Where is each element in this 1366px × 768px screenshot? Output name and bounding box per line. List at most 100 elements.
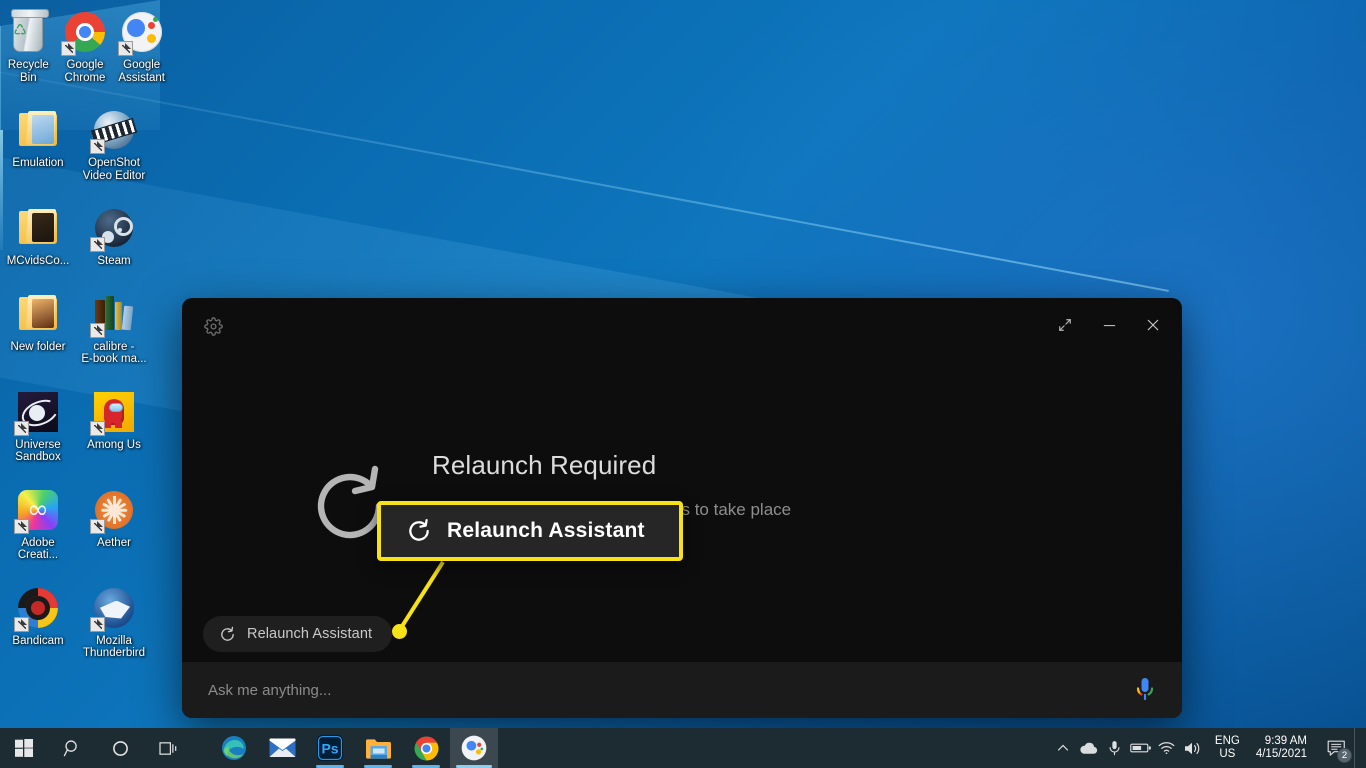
search-icon — [63, 739, 77, 756]
desktop-icon-row: New folder calibre - E-book ma... — [0, 286, 170, 368]
expand-button[interactable] — [1044, 308, 1086, 342]
assistant-input-bar[interactable] — [182, 662, 1182, 718]
google-chrome-icon — [414, 736, 438, 760]
desktop-icon-row: Universe Sandbox Among Us — [0, 384, 170, 466]
google-assistant-icon — [117, 8, 166, 56]
language-indicator[interactable]: ENG US — [1206, 728, 1249, 768]
tray-show-hidden-icons[interactable] — [1050, 728, 1076, 768]
desktop-icon-label: Emulation — [12, 157, 64, 169]
desktop-icon-label: MCvidsCo... — [6, 255, 70, 267]
speaker-icon — [1184, 742, 1200, 754]
mail-icon — [269, 738, 295, 757]
tray-network[interactable] — [1154, 728, 1180, 768]
desktop-background[interactable]: ♺ Recycle Bin Google Chrome Google Assis… — [0, 0, 1366, 768]
wifi-icon — [1159, 742, 1175, 755]
window-titlebar[interactable] — [182, 298, 1182, 350]
microphone-button[interactable] — [1132, 675, 1160, 705]
desktop-icon-steam[interactable]: Steam — [76, 200, 152, 270]
folder-icon — [14, 204, 62, 252]
cortana-circle-icon — [112, 740, 128, 756]
aether-icon — [90, 486, 138, 534]
among-us-icon — [90, 388, 138, 436]
system-tray: ENG US 9:39 AM 4/15/2021 2 — [1050, 728, 1366, 768]
desktop-icon-label: Aether — [97, 536, 131, 549]
desktop-icon-label: Google Chrome — [64, 59, 106, 84]
close-button[interactable] — [1132, 308, 1174, 342]
task-view-icon — [158, 741, 176, 755]
desktop-icon-label: calibre - E-book ma... — [81, 340, 147, 366]
action-center-badge: 2 — [1337, 748, 1352, 763]
desktop-icon-row: Bandicam Mozilla Thunderbird — [0, 580, 170, 662]
cortana-button[interactable] — [96, 728, 144, 768]
desktop-icon-label: Universe Sandbox — [15, 438, 61, 464]
desktop-icon-label: New folder — [10, 340, 66, 353]
taskbar: Ps ENG US 9:39 AM 4/15/2021 2 — [0, 728, 1366, 768]
cloud-icon — [1080, 742, 1098, 754]
taskbar-app-edge[interactable] — [210, 728, 258, 768]
openshot-icon — [90, 106, 138, 154]
desktop-icon-label: OpenShot Video Editor — [82, 157, 146, 182]
desktop-icon-label: Recycle Bin — [7, 59, 49, 84]
desktop-icon-recycle-bin[interactable]: ♺ Recycle Bin — [0, 4, 57, 86]
annotation-callout: Relaunch Assistant — [377, 501, 683, 561]
adobe-creative-cloud-icon — [14, 486, 62, 534]
clock[interactable]: 9:39 AM 4/15/2021 — [1249, 728, 1318, 768]
desktop-icon-bandicam[interactable]: Bandicam — [0, 580, 76, 662]
search-button[interactable] — [48, 728, 96, 768]
microsoft-edge-icon — [222, 736, 246, 760]
desktop-icon-adobe-creative-cloud[interactable]: AdobeCreati... — [0, 482, 76, 564]
desktop-icon-among-us[interactable]: Among Us — [76, 384, 152, 466]
desktop-icon-universe-sandbox[interactable]: Universe Sandbox — [0, 384, 76, 466]
desktop-icon-emulation[interactable]: Emulation — [0, 102, 76, 184]
language-line1: ENG — [1214, 735, 1240, 747]
show-desktop-button[interactable] — [1354, 728, 1362, 768]
taskbar-app-chrome[interactable] — [402, 728, 450, 768]
battery-icon — [1130, 743, 1151, 753]
desktop-icon-new-folder[interactable]: New folder — [0, 286, 76, 368]
window-controls — [1044, 308, 1174, 342]
desktop-icon-mcvidsco[interactable]: MCvidsCo... — [0, 200, 76, 270]
desktop-icon-mozilla-thunderbird[interactable]: Mozilla Thunderbird — [76, 580, 152, 662]
taskbar-app-file-explorer[interactable] — [354, 728, 402, 768]
expand-icon — [1059, 319, 1071, 331]
steam-icon — [90, 204, 138, 252]
desktop-icon-label: Adobe Creati... — [17, 536, 59, 562]
action-center-button[interactable]: 2 — [1318, 728, 1354, 768]
refresh-icon — [409, 519, 429, 541]
google-assistant-icon — [461, 735, 487, 761]
relaunch-assistant-button[interactable]: Relaunch Assistant — [203, 616, 393, 652]
relaunch-assistant-label: Relaunch Assistant — [247, 626, 373, 642]
svg-text:Ps: Ps — [321, 741, 338, 757]
taskbar-app-google-assistant[interactable] — [450, 728, 498, 768]
close-icon — [1147, 319, 1159, 331]
desktop-icon-openshot-video-editor[interactable]: OpenShot Video Editor — [76, 102, 152, 184]
folder-icon — [14, 106, 62, 154]
language-line2: US — [1219, 748, 1236, 760]
settings-button[interactable] — [199, 312, 227, 340]
windows-logo-icon — [15, 739, 33, 757]
desktop-icon-label: Among Us — [87, 438, 141, 451]
tray-microphone[interactable] — [1102, 728, 1128, 768]
mozilla-thunderbird-icon — [90, 584, 138, 632]
refresh-icon — [221, 626, 234, 641]
desktop-icon-row: Emulation OpenShot Video Editor — [0, 102, 170, 184]
photoshop-icon: Ps — [317, 735, 343, 761]
desktop-icon-grid: ♺ Recycle Bin Google Chrome Google Assis… — [0, 0, 170, 662]
google-chrome-icon — [61, 8, 109, 56]
desktop-icon-aether[interactable]: Aether — [76, 482, 152, 564]
desktop-icon-google-assistant[interactable]: Google Assistant — [113, 4, 170, 86]
minimize-button[interactable] — [1088, 308, 1130, 342]
task-view-button[interactable] — [144, 728, 192, 768]
taskbar-app-photoshop[interactable]: Ps — [306, 728, 354, 768]
start-button[interactable] — [0, 728, 48, 768]
taskbar-app-mail[interactable] — [258, 728, 306, 768]
tray-volume[interactable] — [1180, 728, 1206, 768]
card-title: Relaunch Required — [432, 450, 657, 480]
desktop-icon-calibre[interactable]: calibre - E-book ma... — [76, 286, 152, 368]
chevron-up-icon — [1057, 744, 1069, 751]
desktop-icon-google-chrome[interactable]: Google Chrome — [57, 4, 114, 86]
ask-input[interactable] — [208, 681, 1132, 699]
microphone-icon — [1136, 678, 1154, 701]
tray-onedrive[interactable] — [1076, 728, 1102, 768]
tray-battery[interactable] — [1128, 728, 1154, 768]
